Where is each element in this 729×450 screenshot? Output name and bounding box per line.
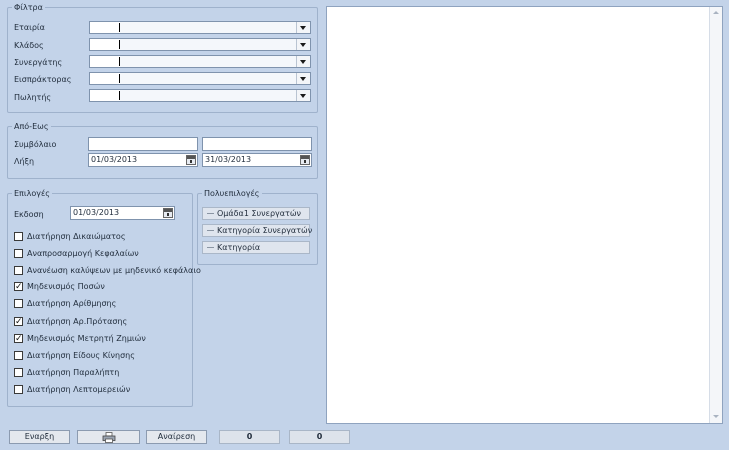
expiry-to-input[interactable]: 31/03/2013 <box>202 153 312 167</box>
cancel-button[interactable]: Αναίρεση <box>146 430 207 444</box>
checkbox[interactable]: ✓ <box>14 282 23 292</box>
contract-to-input[interactable] <box>202 137 312 151</box>
company-combo[interactable] <box>89 21 311 34</box>
checkbox[interactable] <box>14 299 23 308</box>
checkbox-label: Αναπροσαρμογή Κεφαλαίων <box>27 249 139 258</box>
checkbox[interactable] <box>14 385 23 394</box>
expiry-from-value: 01/03/2013 <box>91 155 138 164</box>
checkbox[interactable] <box>14 232 23 241</box>
button-label: Ομάδα1 Συνεργατών <box>217 209 302 218</box>
chevron-down-icon[interactable] <box>296 90 310 101</box>
checkbox[interactable] <box>14 266 23 275</box>
options-group: Επιλογές Εκδοση 01/03/2013 Διατήρηση Δικ… <box>7 188 201 407</box>
output-panel[interactable] <box>326 6 723 424</box>
expiry-label: Λήξη <box>14 157 35 166</box>
expiry-to-value: 31/03/2013 <box>205 155 252 164</box>
calendar-icon[interactable] <box>163 208 173 218</box>
issue-label: Εκδοση <box>14 210 44 219</box>
checkbox-label: Ανανέωση καλύψεων με μηδενικό κεφάλαιο <box>27 266 201 275</box>
start-button[interactable]: Εναρξη <box>9 430 70 444</box>
range-group: Από-Εως Συμβόλαιο Λήξη 01/03/2013 31/03/… <box>7 121 318 179</box>
multiselect-group: Πολυεπιλογές Ομάδα1 Συνεργατών Κατηγορία… <box>197 188 318 265</box>
branch-combo[interactable] <box>89 38 311 51</box>
vertical-scrollbar[interactable] <box>709 7 722 423</box>
checkbox[interactable] <box>14 368 23 377</box>
range-title: Από-Εως <box>12 121 51 132</box>
calendar-icon[interactable] <box>186 155 196 165</box>
chevron-down-icon[interactable] <box>296 39 310 50</box>
filters-group: Φίλτρα Εταιρία Κλάδος Συνεργάτης Εισπράκ… <box>7 2 318 113</box>
partner-group1-button[interactable]: Ομάδα1 Συνεργατών <box>202 207 310 220</box>
filter-label-seller: Πωλητής <box>14 93 52 102</box>
scroll-down-icon[interactable] <box>710 413 722 421</box>
partner-combo[interactable] <box>89 55 311 68</box>
issue-date-value: 01/03/2013 <box>73 208 120 217</box>
counter-1: 0 <box>219 430 280 444</box>
printer-icon <box>102 432 115 443</box>
chevron-down-icon[interactable] <box>296 73 310 84</box>
filter-label-collector: Εισπράκτορας <box>14 75 72 84</box>
multiselect-title: Πολυεπιλογές <box>202 188 262 199</box>
seller-combo[interactable] <box>89 89 311 102</box>
category-button[interactable]: Κατηγορία <box>202 241 310 254</box>
filter-label-partner: Συνεργάτης <box>14 58 63 67</box>
checkbox-label: Διατήρηση Αρ.Πρότασης <box>27 317 128 326</box>
collector-combo[interactable] <box>89 72 311 85</box>
checkbox-label: Διατήρηση Δικαιώματος <box>27 232 126 241</box>
checkbox[interactable]: ✓ <box>14 317 23 327</box>
calendar-icon[interactable] <box>300 155 310 165</box>
checkbox-label: Μηδενισμός Ποσών <box>27 282 105 291</box>
issue-date-input[interactable]: 01/03/2013 <box>70 206 175 220</box>
checkbox-label: Μηδενισμός Μετρητή Ζημιών <box>27 334 146 343</box>
checkbox[interactable]: ✓ <box>14 334 23 344</box>
filter-label-company: Εταιρία <box>14 23 45 32</box>
checkbox-label: Διατήρηση Παραλήπτη <box>27 368 120 377</box>
button-label: Κατηγορία Συνεργατών <box>217 226 313 235</box>
checkbox-label: Διατήρηση Λεπτομερειών <box>27 385 131 394</box>
scroll-up-icon[interactable] <box>710 9 722 17</box>
filters-title: Φίλτρα <box>12 2 45 13</box>
filter-label-branch: Κλάδος <box>14 41 44 50</box>
partner-category-button[interactable]: Κατηγορία Συνεργατών <box>202 224 313 237</box>
options-title: Επιλογές <box>12 188 52 199</box>
contract-from-input[interactable] <box>88 137 198 151</box>
chevron-down-icon[interactable] <box>296 22 310 33</box>
contract-label: Συμβόλαιο <box>14 140 57 149</box>
counter-2: 0 <box>289 430 350 444</box>
checkbox[interactable] <box>14 249 23 258</box>
checkbox[interactable] <box>14 351 23 360</box>
print-button[interactable] <box>77 430 140 444</box>
checkbox-label: Διατήρηση Είδους Κίνησης <box>27 351 135 360</box>
button-label: Κατηγορία <box>217 243 261 252</box>
expiry-from-input[interactable]: 01/03/2013 <box>88 153 198 167</box>
checkbox-label: Διατήρηση Αρίθμησης <box>27 299 117 308</box>
chevron-down-icon[interactable] <box>296 56 310 67</box>
